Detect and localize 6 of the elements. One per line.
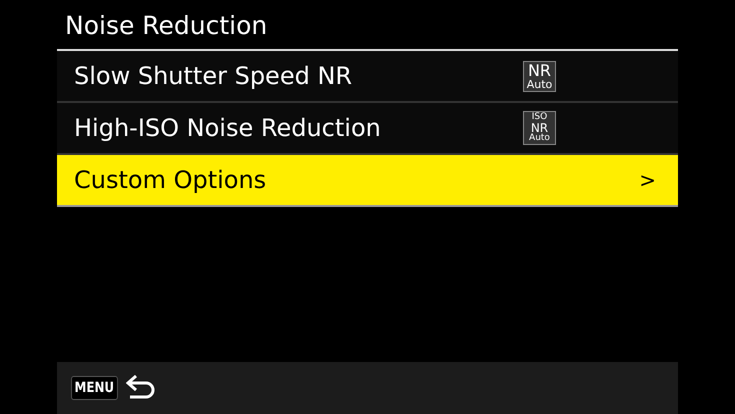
menu-item[interactable]: High-ISO Noise Reduction ISO NR Auto xyxy=(57,103,678,155)
menu-key[interactable]: MENU xyxy=(71,376,118,400)
setting-badge: NR Auto xyxy=(523,60,556,92)
menu-item[interactable]: Slow Shutter Speed NR NR Auto xyxy=(57,51,678,103)
setting-badge: ISO NR Auto xyxy=(523,111,556,145)
menu-item[interactable]: Custom Options > xyxy=(57,155,678,207)
